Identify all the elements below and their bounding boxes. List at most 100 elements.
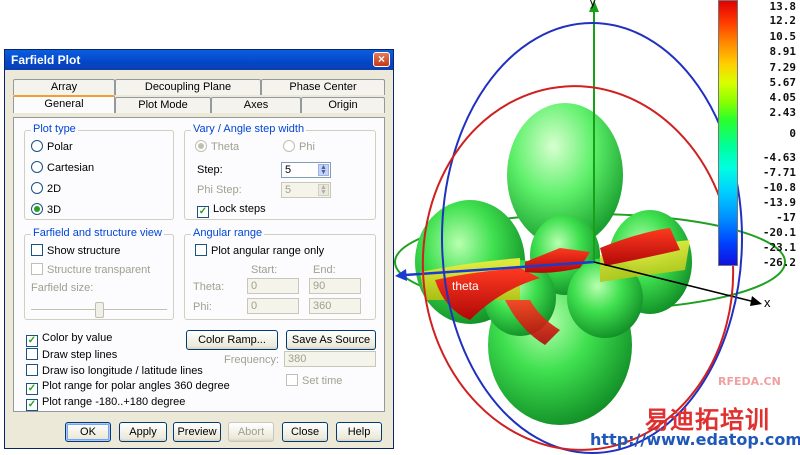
radio-2d[interactable]: 2D <box>31 182 61 195</box>
draw-step-lines-checkbox[interactable]: Draw step lines <box>26 348 117 361</box>
vary-title: Vary / Angle step width <box>191 123 307 135</box>
theta-start-input[interactable]: 0 <box>247 278 299 294</box>
spin-icon[interactable]: ▲ ▼ <box>318 184 329 196</box>
phi-step-label: Phi Step: <box>197 184 242 196</box>
scale-label: 13.8 <box>769 0 797 13</box>
phi-step-value: 5 <box>285 184 292 196</box>
scale-label: -4.63 <box>762 151 796 164</box>
scale-label: 4.05 <box>769 91 797 104</box>
theta-range-label: Theta: <box>193 281 225 293</box>
color-scale-gradient <box>718 0 738 266</box>
watermark-url: http://www.edatop.com <box>590 430 800 449</box>
checkbox-label: Plot range for polar angles 360 degree <box>42 380 230 392</box>
check-icon <box>31 244 43 256</box>
axis-z-arrow <box>395 269 407 281</box>
plot-type-title: Plot type <box>31 123 78 135</box>
checkbox-label: Draw iso longitude / latitude lines <box>42 365 203 377</box>
scale-label: 8.91 <box>769 45 797 58</box>
save-as-source-button[interactable]: Save As Source <box>286 330 376 350</box>
theta-end-input[interactable]: 90 <box>309 278 361 294</box>
check-icon: ✓ <box>26 399 38 411</box>
radio-vary-theta[interactable]: Theta <box>195 140 239 153</box>
step-label: Step: <box>197 164 223 176</box>
scale-label: -20.1 <box>762 226 796 239</box>
draw-iso-lines-checkbox[interactable]: Draw iso longitude / latitude lines <box>26 364 203 377</box>
angular-range-title: Angular range <box>191 227 265 239</box>
radio-icon <box>283 140 295 152</box>
set-time-checkbox[interactable]: Set time <box>286 374 342 387</box>
phi-step-input[interactable]: 5 ▲ ▼ <box>281 182 331 198</box>
tab-plot-mode[interactable]: Plot Mode <box>115 97 211 113</box>
farfield-size-slider[interactable] <box>94 302 104 318</box>
phi-end-input[interactable]: 360 <box>309 298 361 314</box>
dialog-titlebar[interactable]: Farfield Plot × <box>5 50 393 70</box>
apply-button[interactable]: Apply <box>119 422 167 442</box>
color-by-value-checkbox[interactable]: ✓ Color by value <box>26 332 112 347</box>
tab-origin[interactable]: Origin <box>301 97 385 113</box>
spin-icon[interactable]: ▲ ▼ <box>318 164 329 176</box>
check-icon: ✓ <box>26 335 38 347</box>
scale-label: -13.9 <box>762 196 796 209</box>
check-icon <box>26 364 38 376</box>
color-ramp-button[interactable]: Color Ramp... <box>186 330 278 350</box>
checkbox-label: Set time <box>302 375 343 387</box>
axis-y-label: y <box>590 0 596 9</box>
vary-group: Vary / Angle step width Theta Phi Step: … <box>184 123 376 220</box>
radio-vary-phi[interactable]: Phi <box>283 140 315 153</box>
help-button[interactable]: Help <box>336 422 382 442</box>
angular-range-group: Angular range Plot angular range only St… <box>184 227 376 320</box>
tab-general[interactable]: General <box>13 95 115 113</box>
color-scale: 13.8 12.2 10.5 8.91 7.29 5.67 4.05 2.43 … <box>716 0 800 270</box>
theta-label: theta <box>452 279 479 293</box>
plot-range-polar-checkbox[interactable]: ✓ Plot range for polar angles 360 degree <box>26 380 230 395</box>
step-input[interactable]: 5 ▲ ▼ <box>281 162 331 178</box>
close-button[interactable]: Close <box>282 422 328 442</box>
checkbox-label: Plot angular range only <box>211 245 325 257</box>
show-structure-checkbox[interactable]: Show structure <box>31 244 120 257</box>
scale-label: -7.71 <box>762 166 796 179</box>
scale-label: 12.2 <box>769 14 797 27</box>
watermark-rfeda: RFEDA.CN <box>718 375 781 388</box>
phi-start-input[interactable]: 0 <box>247 298 299 314</box>
abort-button[interactable]: Abort <box>228 422 274 442</box>
plot-range-180-checkbox[interactable]: ✓ Plot range -180..+180 degree <box>26 396 185 411</box>
ok-button[interactable]: OK <box>65 422 111 442</box>
radio-label: 3D <box>47 204 62 216</box>
check-icon <box>286 374 298 386</box>
frequency-input[interactable]: 380 <box>284 351 376 367</box>
radio-label: Polar <box>47 141 73 153</box>
radio-3d[interactable]: 3D <box>31 203 61 216</box>
scale-label: 10.5 <box>769 30 797 43</box>
radio-polar[interactable]: Polar <box>31 140 73 153</box>
structure-transparent-checkbox[interactable]: Structure transparent <box>31 263 150 276</box>
checkbox-label: Lock steps <box>213 203 266 215</box>
tab-array[interactable]: Array <box>13 79 115 95</box>
step-value: 5 <box>285 164 292 176</box>
radio-icon <box>31 203 43 215</box>
preview-button[interactable]: Preview <box>173 422 221 442</box>
tab-phase-center[interactable]: Phase Center <box>261 79 385 95</box>
radio-label: Phi <box>299 141 315 153</box>
check-icon <box>195 244 207 256</box>
checkbox-label: Draw step lines <box>42 349 118 361</box>
lock-steps-checkbox[interactable]: ✓ Lock steps <box>197 203 266 218</box>
axis-x-arrow <box>750 296 762 306</box>
farfield-size-label: Farfield size: <box>31 282 94 294</box>
check-icon <box>26 348 38 360</box>
frequency-label: Frequency: <box>224 354 280 366</box>
scale-label: 7.29 <box>769 61 797 74</box>
structure-title: Farfield and structure view <box>31 227 164 239</box>
plot-angular-range-checkbox[interactable]: Plot angular range only <box>195 244 324 257</box>
scale-label: -17 <box>776 211 796 224</box>
tab-axes[interactable]: Axes <box>211 97 301 113</box>
radio-icon <box>31 161 43 173</box>
radio-cartesian[interactable]: Cartesian <box>31 161 94 174</box>
tab-decoupling-plane[interactable]: Decoupling Plane <box>115 79 261 95</box>
scale-label: -26.2 <box>762 256 796 269</box>
radio-label: Theta <box>211 141 240 153</box>
checkbox-label: Structure transparent <box>47 264 151 276</box>
scale-label: -10.8 <box>762 181 796 194</box>
close-icon[interactable]: × <box>373 52 390 67</box>
farfield-plot-dialog: Farfield Plot × Array Decoupling Plane P… <box>4 49 394 449</box>
checkbox-label: Plot range -180..+180 degree <box>42 396 186 408</box>
